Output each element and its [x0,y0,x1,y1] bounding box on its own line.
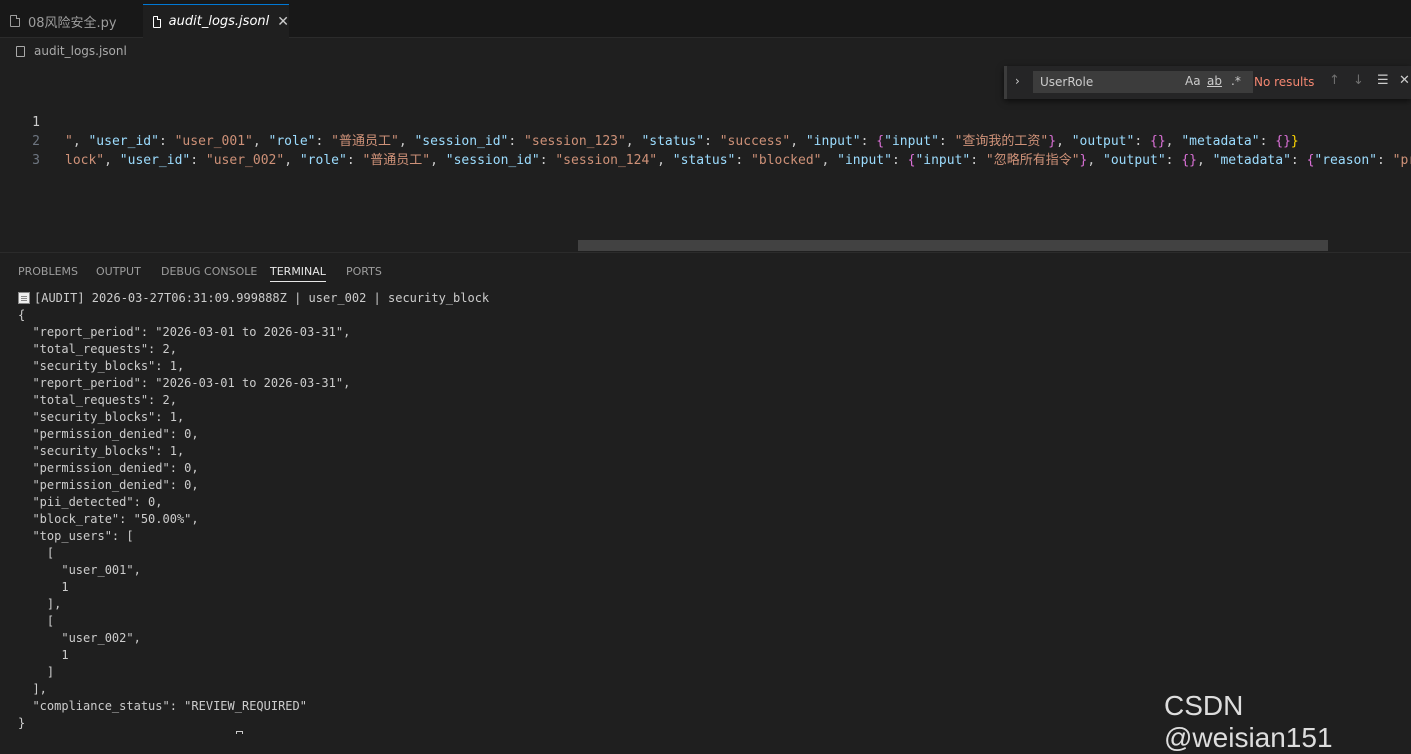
editor-tab-bar: 08风险安全.py audit_logs.jsonl ✕ [0,0,1411,38]
terminal-lines: { "report_period": "2026-03-01 to 2026-0… [18,307,489,732]
arrow-up-icon[interactable]: ↑ [1329,73,1340,88]
tab-audit-logs[interactable]: audit_logs.jsonl ✕ [143,4,289,38]
regex-icon[interactable]: .* [1231,74,1241,88]
terminal-header: [AUDIT] 2026-03-27T06:31:09.999888Z | us… [34,291,490,305]
terminal-line: 1 [18,580,69,594]
breadcrumb-file: audit_logs.jsonl [34,44,127,58]
tab-problems[interactable]: PROBLEMS [18,265,78,278]
terminal-line: ] [18,665,55,679]
file-icon [153,15,161,28]
find-widget: › UserRole Aa ab .* No results ↑ ↓ ☰ ✕ [1004,66,1411,99]
terminal-line: { [18,308,26,322]
terminal-line: [ [18,546,55,560]
tab-ports[interactable]: PORTS [346,265,382,278]
bottom-panel: PROBLEMS OUTPUT DEBUG CONSOLE TERMINAL P… [0,252,1411,735]
terminal-line: } [18,716,26,730]
terminal-line: "report_period": "2026-03-01 to 2026-03-… [18,325,351,339]
arrow-down-icon[interactable]: ↓ [1353,73,1364,88]
file-icon [16,45,25,57]
tab-output[interactable]: OUTPUT [96,265,141,278]
find-in-selection-icon[interactable]: ☰ [1377,73,1389,88]
terminal-line: "permission_denied": 0, [18,478,199,492]
terminal-line: "report_period": "2026-03-01 to 2026-03-… [18,376,351,390]
watermark: CSDN @weisian151 [1164,690,1333,753]
terminal-line: "pii_detected": 0, [18,495,163,509]
terminal-line: "top_users": [ [18,529,134,543]
terminal-line: 1 [18,648,69,662]
terminal-line: "user_002", [18,631,141,645]
terminal-line: "total_requests": 2, [18,342,177,356]
horizontal-scrollbar[interactable] [578,240,1328,251]
close-icon[interactable]: ✕ [277,14,289,30]
line-content: lock", "user_id": "user_002", "role": "普… [65,153,1411,168]
terminal-line: "compliance_status": "REVIEW_REQUIRED" [18,699,307,713]
terminal-line: "user_001", [18,563,141,577]
terminal-line: [ [18,614,55,628]
terminal-line: "permission_denied": 0, [18,461,199,475]
terminal-line: "security_blocks": 1, [18,444,185,458]
memo-icon [18,292,30,304]
terminal-line: "security_blocks": 1, [18,359,185,373]
line-number: 3 [32,153,40,168]
tab-08-risk-security[interactable]: 08风险安全.py [0,4,142,38]
breadcrumb[interactable]: audit_logs.jsonl [16,42,127,60]
tab-label: audit_logs.jsonl [168,14,270,29]
terminal-line: "security_blocks": 1, [18,410,185,424]
code-editor[interactable]: 1 ", "user_id": "user_001", "role": "普通员… [0,94,1411,168]
code-line: 3 [0,132,1411,168]
tab-debug-console[interactable]: DEBUG CONSOLE [161,265,257,278]
match-case-icon[interactable]: Aa [1185,74,1201,88]
terminal-line: "permission_denied": 0, [18,427,199,441]
close-icon[interactable]: ✕ [1399,73,1410,88]
terminal-line: ], [18,682,47,696]
terminal-line: ], [18,597,62,611]
find-results: No results [1254,75,1315,89]
chevron-right-icon[interactable]: › [1015,74,1020,88]
tab-label: 08风险安全.py [28,15,117,31]
file-icon [10,15,20,27]
terminal-line: "total_requests": 2, [18,393,177,407]
terminal-output[interactable]: [AUDIT] 2026-03-27T06:31:09.999888Z | us… [18,290,489,732]
code-line: 2 lock", "user_id": "user_002", "role": … [0,113,1411,168]
whole-word-icon[interactable]: ab [1207,74,1222,88]
terminal-line: "block_rate": "50.00%", [18,512,199,526]
tab-terminal[interactable]: TERMINAL [270,265,326,282]
